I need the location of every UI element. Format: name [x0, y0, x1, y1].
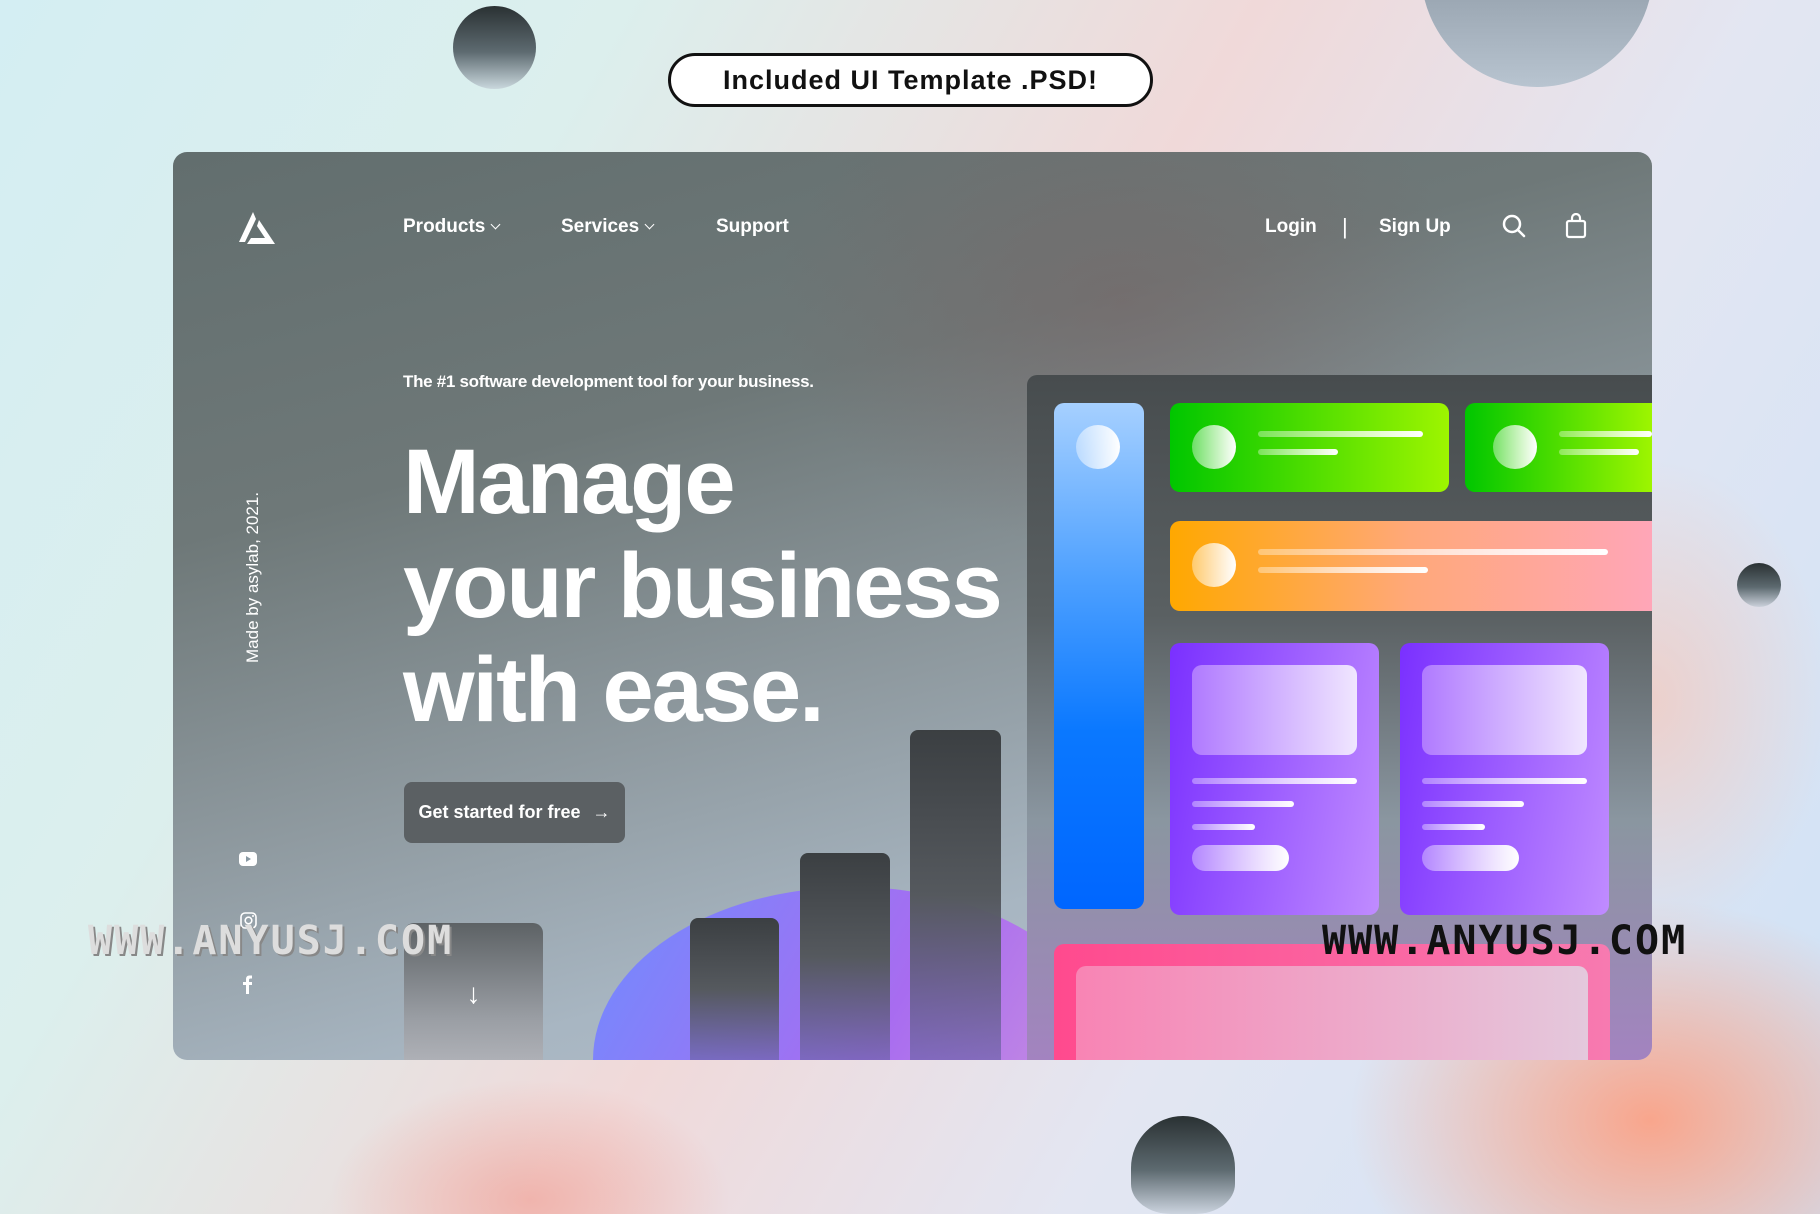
mock-card-purple: [1400, 643, 1609, 915]
youtube-icon[interactable]: [239, 852, 257, 866]
chevron-down-icon: [490, 219, 501, 230]
headline-line: with ease.: [403, 639, 825, 741]
watermark: WWW.ANYUSJ.COM: [88, 918, 454, 964]
chevron-down-icon: [644, 219, 655, 230]
logo-icon[interactable]: [239, 212, 277, 246]
headline-line: your business: [403, 535, 1003, 637]
shopping-bag-icon[interactable]: [1565, 213, 1587, 239]
mock-card-green: [1170, 403, 1449, 492]
credit-text: Made by asylab, 2021.: [243, 491, 262, 663]
facebook-icon[interactable]: [242, 975, 253, 994]
decor-sphere: [453, 6, 536, 89]
get-started-button[interactable]: Get started for free →: [404, 782, 625, 843]
nav-products[interactable]: Products: [403, 216, 501, 238]
decor-sphere: [1737, 563, 1781, 607]
mock-card-green: [1465, 403, 1652, 492]
mock-card-orange: [1170, 521, 1652, 611]
nav-support[interactable]: Support: [716, 216, 789, 238]
arrow-right-icon: →: [592, 802, 611, 822]
nav-label: Services: [561, 216, 640, 237]
tagline: The #1 software development tool for you…: [403, 372, 814, 391]
nav-separator: |: [1342, 214, 1348, 239]
watermark: WWW.ANYUSJ.COM: [1322, 918, 1688, 964]
badge-label: Included UI Template .PSD!: [722, 64, 1099, 95]
mock-sidebar: [1054, 403, 1144, 909]
signup-link[interactable]: Sign Up: [1379, 216, 1451, 238]
decor-bar: [910, 730, 1001, 1060]
decor-sphere: [1421, 0, 1653, 87]
nav-label: Support: [716, 216, 789, 237]
decor-bar: [690, 918, 779, 1060]
login-link[interactable]: Login: [1265, 216, 1317, 238]
cta-label: Get started for free: [418, 802, 581, 822]
search-icon[interactable]: [1502, 214, 1526, 238]
decor-bar: [800, 853, 890, 1060]
nav-label: Products: [403, 216, 486, 237]
headline-line: Manage: [403, 431, 736, 533]
template-badge: Included UI Template .PSD!: [668, 53, 1153, 107]
headline: Manage your business with ease.: [403, 430, 1003, 742]
decor-sphere: [1131, 1116, 1235, 1214]
mock-card-purple: [1170, 643, 1379, 915]
arrow-down-icon: ↓: [466, 978, 481, 1009]
nav-services[interactable]: Services: [561, 216, 655, 238]
